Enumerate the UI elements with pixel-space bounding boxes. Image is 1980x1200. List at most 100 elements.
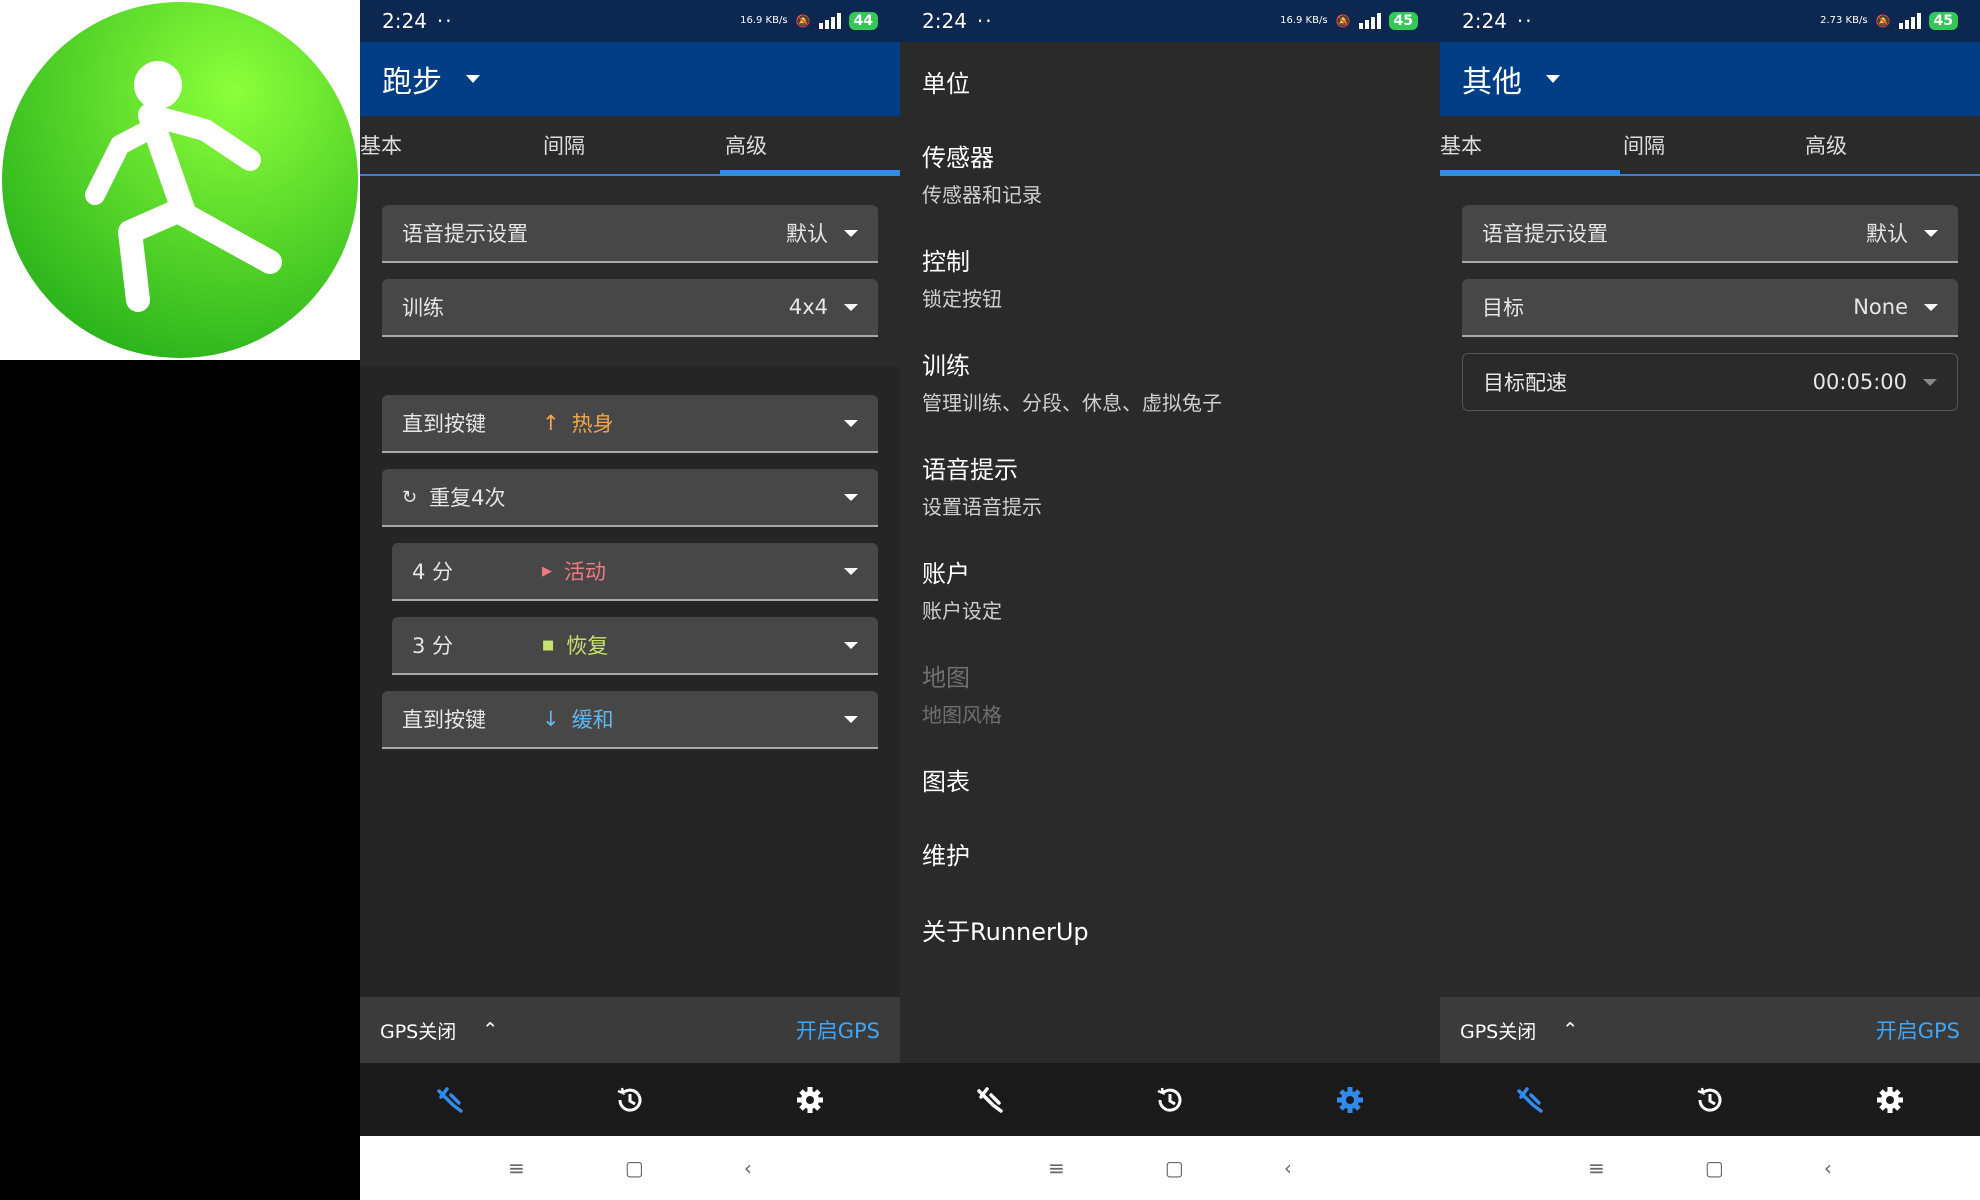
dropdown-arrow-icon <box>844 229 858 237</box>
system-nav: ≡ ▢ ‹ <box>360 1136 900 1200</box>
step-repeat[interactable]: ↻ 重复4次 <box>382 469 878 527</box>
settings-item-about[interactable]: 关于RunnerUp <box>922 912 1089 947</box>
back-icon[interactable]: ‹ <box>1824 1156 1832 1180</box>
dropdown-arrow-icon <box>844 303 858 311</box>
settings-item-voice[interactable]: 语音提示 设置语音提示 <box>922 450 1042 520</box>
mute-icon: 🔕 <box>795 14 811 28</box>
settings-item-units[interactable]: 单位 <box>922 64 970 99</box>
settings-icon <box>1337 1086 1363 1113</box>
net-speed: 16.9 KB/s <box>740 15 788 26</box>
status-time: 2:24 <box>922 9 967 33</box>
arrow-up-icon: ↑ <box>542 411 560 435</box>
chevron-down-icon <box>1546 75 1560 83</box>
tab-interval[interactable]: 间隔 <box>540 116 720 176</box>
target-dropdown[interactable]: 目标 None <box>1462 279 1958 337</box>
system-nav: ≡ ▢ ‹ <box>1440 1136 1980 1200</box>
settings-item-controls[interactable]: 控制 锁定按钮 <box>922 242 1002 312</box>
tab-bar: 基本 间隔 高级 <box>360 116 900 176</box>
menu-icon[interactable]: ≡ <box>1048 1156 1065 1180</box>
settings-item-account[interactable]: 账户 账户设定 <box>922 554 1002 624</box>
net-speed: 16.9 KB/s <box>1280 15 1328 26</box>
settings-item-maintenance[interactable]: 维护 <box>922 836 970 871</box>
screen-workout-advanced: 2:24 ·· 16.9 KB/s 🔕 44 跑步 基本 间隔 高级 语音提示设… <box>360 0 900 1200</box>
tab-indicator <box>1440 170 1620 176</box>
tab-advanced[interactable]: 高级 <box>720 116 900 176</box>
arrow-down-icon: ↓ <box>542 707 560 731</box>
system-nav: ≡ ▢ ‹ <box>900 1136 1440 1200</box>
workout-dropdown[interactable]: 训练 4x4 <box>382 279 878 337</box>
activity-type-selector[interactable]: 其他 <box>1440 42 1980 116</box>
nav-settings[interactable] <box>720 1063 900 1136</box>
gps-status: GPS关闭 <box>1460 1020 1537 1043</box>
nav-history[interactable] <box>540 1063 720 1136</box>
voice-settings-dropdown[interactable]: 语音提示设置 默认 <box>1462 205 1958 263</box>
settings-item-sensors[interactable]: 传感器 传感器和记录 <box>922 138 1042 208</box>
workout-icon <box>437 1086 463 1113</box>
dropdown-arrow-icon <box>844 715 858 723</box>
step-recovery[interactable]: 3 分 ■ 恢复 <box>392 617 878 675</box>
nav-history[interactable] <box>1080 1063 1260 1136</box>
status-time: 2:24 <box>1462 9 1507 33</box>
app-logo <box>0 0 360 360</box>
settings-item-graph[interactable]: 图表 <box>922 762 970 797</box>
menu-icon[interactable]: ≡ <box>1588 1156 1605 1180</box>
back-icon[interactable]: ‹ <box>744 1156 752 1180</box>
step-warmup[interactable]: 直到按键 ↑ 热身 <box>382 395 878 453</box>
status-time: 2:24 <box>382 9 427 33</box>
chevron-up-icon[interactable]: ⌃ <box>1562 1019 1578 1041</box>
nav-history[interactable] <box>1620 1063 1800 1136</box>
dropdown-arrow-icon <box>844 493 858 501</box>
workout-steps: 直到按键 ↑ 热身 ↻ 重复4次 4 分 ▶ 活动 3 分 ■ 恢复 直到按键 ↓ 缓和 <box>360 367 900 997</box>
signal-icon <box>1898 13 1921 29</box>
voice-settings-dropdown[interactable]: 语音提示设置 默认 <box>382 205 878 263</box>
status-bar: 2:24 ·· 2.73 KB/s 🔕 45 <box>1440 0 1980 42</box>
dropdown-arrow-icon <box>844 641 858 649</box>
nav-settings[interactable] <box>1800 1063 1980 1136</box>
enable-gps-button[interactable]: 开启GPS <box>796 1015 880 1045</box>
history-icon <box>1697 1087 1722 1112</box>
back-icon[interactable]: ‹ <box>1284 1156 1292 1180</box>
activity-type-selector[interactable]: 跑步 <box>360 42 900 116</box>
tab-bar: 基本 间隔 高级 <box>1440 116 1980 176</box>
nav-workout[interactable] <box>900 1063 1080 1136</box>
target-pace-dropdown[interactable]: 目标配速 00:05:00 <box>1462 353 1958 411</box>
tab-basic[interactable]: 基本 <box>360 116 540 176</box>
settings-item-workouts[interactable]: 训练 管理训练、分段、休息、虚拟兔子 <box>922 346 1222 416</box>
step-cooldown[interactable]: 直到按键 ↓ 缓和 <box>382 691 878 749</box>
gps-bar: GPS关闭 ⌃ 开启GPS <box>1440 997 1980 1063</box>
screen-settings: 2:24 ·· 16.9 KB/s 🔕 45 单位 传感器 传感器和记录 控制 锁定… <box>900 0 1440 1200</box>
dropdown-arrow-icon <box>844 419 858 427</box>
home-icon[interactable]: ▢ <box>625 1156 644 1180</box>
nav-settings[interactable] <box>1260 1063 1440 1136</box>
enable-gps-button[interactable]: 开启GPS <box>1876 1015 1960 1045</box>
signal-icon <box>1358 13 1381 29</box>
settings-icon <box>1877 1086 1903 1113</box>
tab-basic[interactable]: 基本 <box>1440 116 1620 176</box>
nav-workout[interactable] <box>360 1063 540 1136</box>
play-icon: ▶ <box>542 563 552 579</box>
chevron-down-icon <box>466 75 480 83</box>
dropdown-arrow-icon <box>1924 229 1938 237</box>
nav-workout[interactable] <box>1440 1063 1620 1136</box>
workout-icon <box>977 1086 1003 1113</box>
status-bar: 2:24 ·· 16.9 KB/s 🔕 44 <box>360 0 900 42</box>
battery-badge: 45 <box>1928 12 1958 30</box>
workout-icon <box>1517 1086 1543 1113</box>
settings-item-map: 地图 地图风格 <box>922 664 1002 727</box>
tab-advanced[interactable]: 高级 <box>1800 116 1980 176</box>
tab-indicator <box>720 170 900 176</box>
chevron-up-icon[interactable]: ⌃ <box>482 1019 498 1041</box>
battery-badge: 45 <box>1388 12 1418 30</box>
step-active[interactable]: 4 分 ▶ 活动 <box>392 543 878 601</box>
activity-title: 其他 <box>1462 65 1522 100</box>
gps-bar: GPS关闭 ⌃ 开启GPS <box>360 997 900 1063</box>
tab-interval[interactable]: 间隔 <box>1620 116 1800 176</box>
bottom-nav <box>360 1063 900 1136</box>
home-icon[interactable]: ▢ <box>1705 1156 1724 1180</box>
home-icon[interactable]: ▢ <box>1165 1156 1184 1180</box>
activity-title: 跑步 <box>382 65 442 100</box>
bottom-nav <box>1440 1063 1980 1136</box>
mute-icon: 🔕 <box>1875 14 1891 28</box>
menu-icon[interactable]: ≡ <box>508 1156 525 1180</box>
repeat-icon: ↻ <box>402 486 418 508</box>
